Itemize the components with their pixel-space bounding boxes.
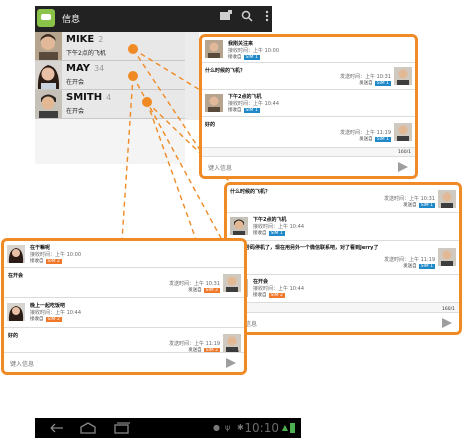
recents-icon[interactable] [113,422,131,437]
character-counter: 160/1 [398,150,411,155]
sim-label: 接收自 SIM 2 [253,293,285,298]
message-row: 我刚关注来 接收时间：上午 10:00 接收自 SIM 1 [202,37,415,63]
message-row: 在开会 发送时间：上午 10:31 发送自 SIM 2 [4,268,244,298]
sim-badge: SIM 2 [268,293,285,298]
sim-label: 发送自 SIM 1 [403,264,435,269]
connector-line-mike [132,48,201,91]
message-input[interactable]: 键入信息 [202,156,415,176]
message-time: 接收时间：上午 10:44 [30,310,81,316]
sim-badge: SIM 1 [418,203,435,208]
message-text: 在开会 [8,273,24,279]
message-text: 下午2点的飞机 [253,217,287,223]
debug-icon: ✱ [237,423,244,432]
selection-dot [128,71,138,81]
avatar [7,245,25,263]
sim-label: 接收自 SIM 1 [253,231,285,236]
sim-badge: SIM 1 [268,231,285,236]
message-row: 我那个号码停机了，现在用另外一个微信联系吧，对了看到Jerry了吗？ 发送时间：… [227,241,459,275]
home-icon[interactable] [79,422,97,437]
message-row: 下午2点的飞机 接收时间：上午 10:44 接收自 SIM 1 [227,213,459,241]
message-row: 什么时候的飞机？ 发送时间：上午 10:31 发送自 SIM 1 [227,185,459,213]
avatar [394,67,412,85]
message-time: 发送时间：上午 10:31 [340,74,391,80]
message-row: 在干嘛呢 接收时间：上午 10:00 接收自 SIM 2 [4,241,244,268]
message-row: 下午2点的飞机 接收时间：上午 10:44 接收自 SIM 1 [202,90,415,117]
message-row: 晚上一起吃饭吧 接收时间：上午 10:44 接收自 SIM 2 [4,298,244,328]
message-text: 什么时候的飞机？ [205,68,246,74]
message-time: 发送时间：上午 11:19 [340,130,391,136]
avatar [438,248,456,266]
message-input[interactable]: 键入信息 [4,352,244,372]
sim-label: 发送自 SIM 2 [188,288,220,293]
message-input[interactable]: 键入信息 [227,312,459,332]
selection-dot [142,97,152,107]
signal-icon: ▲ [281,423,288,432]
message-text: 在开会 [253,279,269,285]
message-time: 发送时间：上午 11:19 [169,341,220,347]
sim-badge: SIM 1 [243,55,260,60]
usb-icon: ψ [225,423,231,432]
sim-label: 发送自 SIM 1 [359,137,391,142]
avatar [223,334,241,352]
sim-badge: SIM 1 [243,108,260,113]
connector-line-may [121,75,134,241]
notification-icon: ● [213,423,220,432]
chat-panel-may: 在干嘛呢 接收时间：上午 10:00 接收自 SIM 2 在开会 发送时间：上午 … [1,238,247,375]
message-time: 发送时间：上午 10:31 [169,281,220,287]
avatar [223,274,241,292]
message-time: 接收时间：上午 10:00 [228,48,279,54]
message-row: 在开会 接收时间：上午 10:44 接收自 SIM 2 [227,275,459,303]
avatar [394,123,412,141]
message-text: 下午2点的飞机 [228,94,262,100]
message-text: 好的 [205,122,216,128]
message-time: 接收时间：上午 10:44 [253,286,304,292]
avatar [230,217,248,235]
message-row: 什么时候的飞机？ 发送时间：上午 10:31 发送自 SIM 1 [202,63,415,90]
message-time: 发送时间：上午 11:19 [384,257,435,263]
message-text: 我那个号码停机了，现在用另外一个微信联系吧，对了看到Jerry了吗？ [230,245,379,258]
message-text: 在干嘛呢 [30,245,51,251]
sim-label: 发送自 SIM 1 [403,203,435,208]
message-time: 接收时间：上午 10:44 [253,224,304,230]
send-icon[interactable] [398,162,408,172]
sim-label: 接收自 SIM 2 [30,259,62,264]
back-icon[interactable] [49,422,65,437]
message-text: 好的 [8,333,19,339]
chat-panel-smith: 什么时候的飞机？ 发送时间：上午 10:31 发送自 SIM 1 下午2点的飞机 … [224,182,462,335]
sim-label: 接收自 SIM 2 [30,317,62,322]
avatar [7,303,25,321]
message-time: 接收时间：上午 10:00 [30,252,81,258]
system-bar: ● ψ ✱ 10:10 ▲ [35,418,301,438]
message-text: 晚上一起吃饭吧 [30,303,66,309]
sim-badge: SIM 2 [45,317,62,322]
sim-badge: SIM 1 [418,264,435,269]
send-icon[interactable] [442,318,452,328]
message-text: 我刚关注来 [228,41,254,47]
sim-label: 接收自 SIM 1 [228,108,260,113]
sim-badge: SIM 2 [45,259,62,264]
avatar [205,40,223,58]
input-placeholder: 键入信息 [208,165,233,172]
message-time: 接收时间：上午 10:44 [228,101,279,107]
message-time: 发送时间：上午 10:31 [384,196,435,202]
message-row: 好的 发送时间：上午 11:19 发送自 SIM 1 [202,117,415,148]
sim-badge: SIM 1 [374,81,391,86]
chat-panel-mike: 我刚关注来 接收时间：上午 10:00 接收自 SIM 1 什么时候的飞机？ 发送… [199,34,418,179]
battery-icon [290,423,295,433]
sim-label: 接收自 SIM 1 [228,55,260,60]
message-text: 什么时候的飞机？ [230,189,271,195]
sim-badge: SIM 1 [374,137,391,142]
avatar [438,190,456,208]
selection-dot [128,44,138,54]
clock: 10:10 [244,421,279,435]
avatar [205,94,223,112]
input-placeholder: 键入信息 [10,361,35,368]
sim-badge: SIM 2 [203,288,220,293]
send-icon[interactable] [226,358,236,368]
sim-label: 发送自 SIM 1 [359,81,391,86]
